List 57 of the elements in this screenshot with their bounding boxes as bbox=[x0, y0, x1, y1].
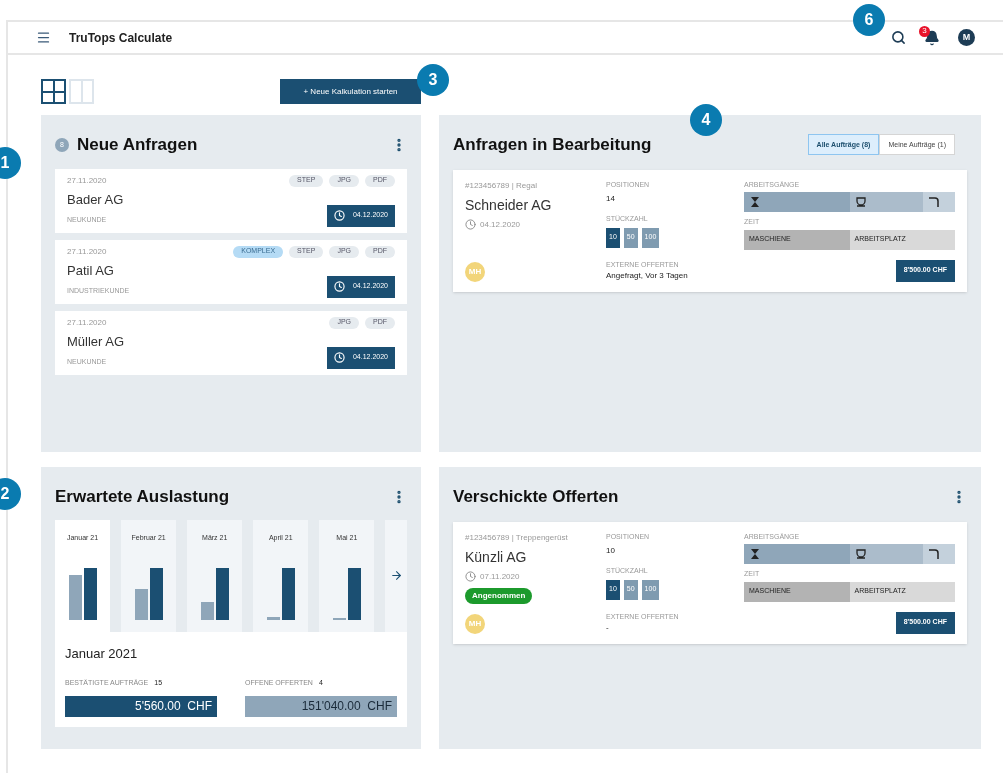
bar-pair-drawing bbox=[200, 568, 229, 620]
bar-pair-drawing bbox=[68, 568, 97, 620]
callout-marker: 1 bbox=[0, 147, 21, 179]
bar-pair-drawing bbox=[134, 568, 163, 620]
callout-marker: 2 bbox=[0, 478, 21, 510]
company-name: Patil AG bbox=[67, 261, 115, 280]
callout-marker: 3 bbox=[417, 64, 449, 96]
bar-pair-drawing bbox=[266, 568, 295, 620]
cup-icon bbox=[854, 196, 867, 208]
app-title: TruTops Calculate bbox=[69, 29, 173, 47]
company-name: Müller AG bbox=[67, 332, 126, 351]
menu-icon[interactable] bbox=[36, 30, 51, 45]
bend-icon bbox=[928, 548, 941, 560]
user-avatar[interactable]: M bbox=[958, 29, 975, 46]
column-view-toggle[interactable] bbox=[69, 79, 94, 104]
amount-bar: 5'560.00 CHF bbox=[65, 695, 217, 717]
grid-view-toggle[interactable] bbox=[41, 79, 66, 104]
new-calculation-button[interactable]: + Neue Kalkulation starten bbox=[280, 79, 421, 104]
status-badge: Angenommen bbox=[465, 587, 533, 604]
assignee-avatar: MH bbox=[465, 262, 485, 282]
positions-value: 14 bbox=[606, 193, 616, 205]
cup-icon bbox=[854, 548, 867, 560]
panel-title: Verschickte Offerten bbox=[453, 486, 620, 508]
panel-title: Neue Anfragen bbox=[77, 134, 199, 156]
panel-title: Erwartete Auslastung bbox=[55, 486, 231, 508]
clock-icon bbox=[333, 210, 345, 221]
offers-value: Angefragt, Vor 3 Tagen bbox=[606, 270, 689, 282]
clock-icon bbox=[465, 571, 476, 582]
selected-month-title: Januar 2021 bbox=[65, 644, 139, 663]
notification-badge: 3 bbox=[919, 25, 930, 37]
offers-value: - bbox=[606, 622, 610, 634]
positions-value: 10 bbox=[606, 545, 616, 557]
request-date: 27.11.2020 bbox=[67, 174, 108, 187]
hourglass-icon bbox=[749, 548, 761, 560]
clock-icon bbox=[333, 352, 345, 363]
clock-icon bbox=[465, 219, 476, 230]
job-reference: #123456789 | Treppengerüst bbox=[465, 531, 569, 544]
bar-pair-drawing bbox=[332, 568, 361, 620]
bend-icon bbox=[928, 196, 941, 208]
amount-bar: 151'040.00 CHF bbox=[245, 695, 397, 717]
callout-marker: 4 bbox=[690, 104, 722, 136]
callout-marker: 6 bbox=[853, 4, 885, 36]
company-name: Künzli AG bbox=[465, 547, 528, 567]
request-date: 27.11.2020 bbox=[67, 316, 108, 329]
hourglass-icon bbox=[749, 196, 761, 208]
due-date: 07.11.2020 bbox=[480, 570, 520, 583]
assignee-avatar: MH bbox=[465, 614, 485, 634]
notification-button[interactable]: 3 bbox=[919, 25, 940, 46]
job-reference: #123456789 | Regal bbox=[465, 179, 538, 192]
clock-icon bbox=[333, 281, 345, 292]
request-date: 27.11.2020 bbox=[67, 245, 108, 258]
company-name: Bader AG bbox=[67, 190, 125, 209]
company-name: Schneider AG bbox=[465, 195, 553, 215]
next-arrow-icon[interactable] bbox=[389, 569, 403, 582]
search-icon[interactable] bbox=[891, 30, 906, 45]
due-date: 04.12.2020 bbox=[480, 218, 521, 231]
panel-title: Anfragen in Bearbeitung bbox=[453, 134, 653, 156]
